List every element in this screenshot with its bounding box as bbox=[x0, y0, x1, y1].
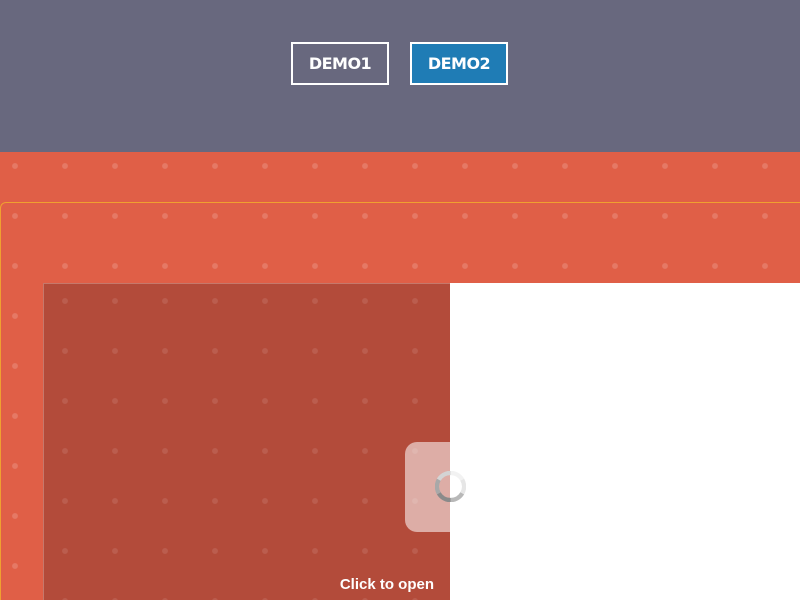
click-to-open-label[interactable]: Click to open bbox=[300, 576, 434, 593]
book-page[interactable] bbox=[450, 283, 800, 600]
page: DEMO1 DEMO2 Click to open bbox=[0, 0, 800, 600]
header-bar: DEMO1 DEMO2 bbox=[0, 0, 800, 152]
demo2-button[interactable]: DEMO2 bbox=[410, 42, 508, 85]
spinner-icon bbox=[435, 471, 466, 502]
demo1-button[interactable]: DEMO1 bbox=[291, 42, 389, 85]
book-cover-panel[interactable] bbox=[43, 283, 450, 600]
